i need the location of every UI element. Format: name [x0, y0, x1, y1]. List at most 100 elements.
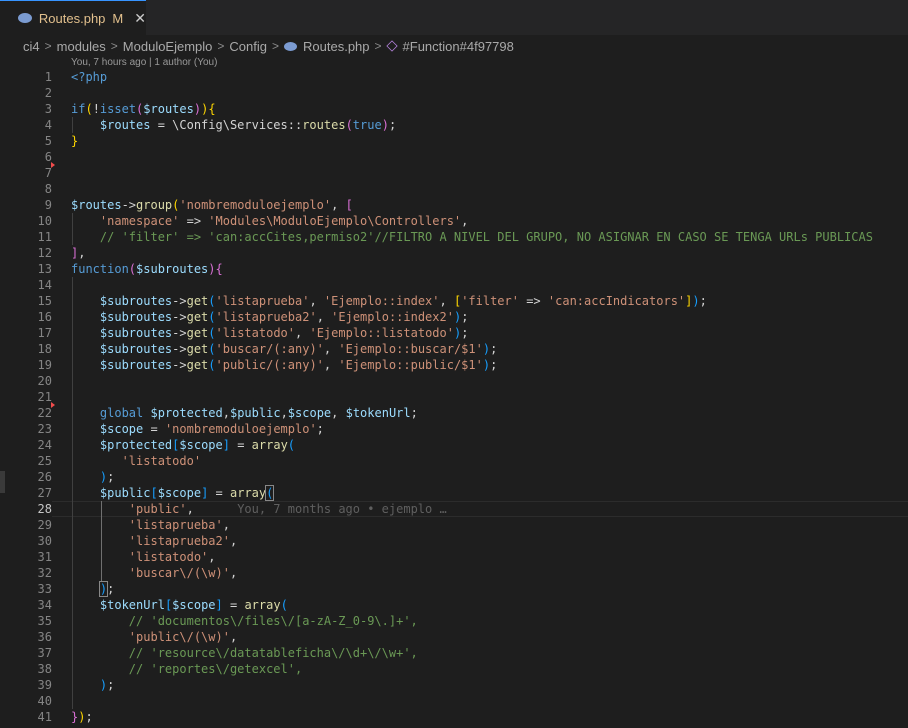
- line-number: 22: [37, 406, 52, 420]
- code-line[interactable]: $subroutes->get('listaprueba', 'Ejemplo:…: [71, 293, 707, 309]
- line-number: 15: [37, 294, 52, 308]
- chevron-right-icon: >: [217, 39, 225, 53]
- codelens-blame[interactable]: You, 7 hours ago | 1 author (You): [71, 57, 217, 69]
- code-line[interactable]: $protected[$scope] = array(: [71, 437, 295, 453]
- line-number: 6: [44, 150, 52, 164]
- line-number: 38: [37, 662, 52, 676]
- breadcrumb-modules[interactable]: modules: [57, 39, 106, 54]
- line-number: 32: [37, 566, 52, 580]
- code-line[interactable]: 'listatodo': [71, 453, 201, 469]
- line-number: 12: [37, 246, 52, 260]
- code-line[interactable]: // 'filter' => 'can:accCites,permiso2'//…: [71, 229, 873, 245]
- code-line[interactable]: 'namespace' => 'Modules\ModuloEjemplo\Co…: [71, 213, 469, 229]
- line-number: 27: [37, 486, 52, 500]
- code-line[interactable]: );: [71, 677, 114, 693]
- line-number: 39: [37, 678, 52, 692]
- chevron-right-icon: >: [272, 39, 280, 53]
- php-elephant-icon: [18, 13, 32, 23]
- code-line[interactable]: 'public\/(\w)',: [71, 629, 237, 645]
- line-number: 4: [44, 118, 52, 132]
- line-number: 35: [37, 614, 52, 628]
- code-line[interactable]: <?php: [71, 69, 107, 85]
- line-number: 7: [44, 166, 52, 180]
- line-number: 14: [37, 278, 52, 292]
- code-line[interactable]: if(!isset($routes)){: [71, 101, 216, 117]
- line-number: 31: [37, 550, 52, 564]
- code-line[interactable]: }: [71, 133, 78, 149]
- line-number: 25: [37, 454, 52, 468]
- indent-guide: [72, 277, 73, 709]
- modified-indicator: M: [112, 10, 124, 26]
- tab-routes-php[interactable]: Routes.php M ✕: [0, 0, 146, 35]
- breadcrumb: ci4 > modules > ModuloEjemplo > Config >…: [0, 35, 908, 57]
- line-number: 40: [37, 694, 52, 708]
- indent-guide: [72, 117, 73, 133]
- line-number: 19: [37, 358, 52, 372]
- code-line[interactable]: ],: [71, 245, 85, 261]
- line-number: 18: [37, 342, 52, 356]
- breadcrumb-ci4[interactable]: ci4: [23, 39, 40, 54]
- code-line[interactable]: 'public', You, 7 months ago • ejemplo …: [71, 501, 447, 517]
- line-number: 8: [44, 182, 52, 196]
- line-number: 5: [44, 134, 52, 148]
- line-number: 29: [37, 518, 52, 532]
- code-line[interactable]: $subroutes->get('buscar/(:any)', 'Ejempl…: [71, 341, 497, 357]
- code-line[interactable]: );: [71, 469, 114, 485]
- code-line[interactable]: // 'reportes\/getexcel',: [71, 661, 302, 677]
- line-number: 1: [44, 70, 52, 84]
- php-elephant-icon: [284, 41, 298, 51]
- code-editor[interactable]: You, 7 hours ago | 1 author (You) 1 <?php…: [0, 57, 908, 728]
- code-line[interactable]: $routes->group('nombremoduloejemplo', [: [71, 197, 353, 213]
- line-number: 36: [37, 630, 52, 644]
- code-line[interactable]: 'listaprueba2',: [71, 533, 237, 549]
- code-line[interactable]: 'listatodo',: [71, 549, 216, 565]
- code-line[interactable]: function($subroutes){: [71, 261, 223, 277]
- tab-bar: Routes.php M ✕: [0, 0, 908, 35]
- deleted-lines-marker[interactable]: [51, 402, 55, 408]
- line-number: 11: [37, 230, 52, 244]
- line-number: 3: [44, 102, 52, 116]
- deleted-lines-marker[interactable]: [51, 162, 55, 168]
- code-line[interactable]: $tokenUrl[$scope] = array(: [71, 597, 288, 613]
- code-line[interactable]: );: [71, 581, 114, 597]
- chevron-right-icon: >: [374, 39, 382, 53]
- code-line[interactable]: $subroutes->get('listatodo', 'Ejemplo::l…: [71, 325, 469, 341]
- code-line[interactable]: $subroutes->get('listaprueba2', 'Ejemplo…: [71, 309, 469, 325]
- line-number: 28: [37, 502, 52, 516]
- code-line[interactable]: $scope = 'nombremoduloejemplo';: [71, 421, 324, 437]
- line-number: 30: [37, 534, 52, 548]
- code-line[interactable]: global $protected,$public,$scope, $token…: [71, 405, 418, 421]
- close-icon[interactable]: ✕: [134, 10, 146, 27]
- line-number: 20: [37, 374, 52, 388]
- symbol-cube-icon: [385, 40, 398, 52]
- line-number: 13: [37, 262, 52, 276]
- line-number: 37: [37, 646, 52, 660]
- line-number: 16: [37, 310, 52, 324]
- line-number: 33: [37, 582, 52, 596]
- code-line[interactable]: $routes = \Config\Services::routes(true)…: [71, 117, 396, 133]
- chevron-right-icon: >: [110, 39, 118, 53]
- line-number: 23: [37, 422, 52, 436]
- indent-guide: [101, 501, 102, 581]
- breadcrumb-config[interactable]: Config: [229, 39, 267, 54]
- code-line[interactable]: $public[$scope] = array(: [71, 485, 275, 501]
- code-line[interactable]: $subroutes->get('public/(:any)', 'Ejempl…: [71, 357, 497, 373]
- code-line[interactable]: 'listaprueba',: [71, 517, 230, 533]
- line-number: 34: [37, 598, 52, 612]
- indent-guide: [72, 213, 73, 245]
- breadcrumb-moduloejemplo[interactable]: ModuloEjemplo: [123, 39, 213, 54]
- line-number: 9: [44, 198, 52, 212]
- code-line[interactable]: 'buscar\/(\w)',: [71, 565, 237, 581]
- breadcrumb-symbol[interactable]: #Function#4f97798: [403, 39, 514, 54]
- line-number: 2: [44, 86, 52, 100]
- code-line[interactable]: });: [71, 709, 93, 725]
- line-number: 26: [37, 470, 52, 484]
- code-line[interactable]: // 'resource\/datatableficha\/\d+\/\w+',: [71, 645, 418, 661]
- tab-filename: Routes.php: [38, 10, 106, 26]
- code-line[interactable]: // 'documentos\/files\/[a-zA-Z_0-9\.]+',: [71, 613, 418, 629]
- breadcrumb-file[interactable]: Routes.php: [303, 39, 370, 54]
- line-number: 17: [37, 326, 52, 340]
- line-number: 24: [37, 438, 52, 452]
- line-number: 41: [37, 710, 52, 724]
- line-number: 21: [37, 390, 52, 404]
